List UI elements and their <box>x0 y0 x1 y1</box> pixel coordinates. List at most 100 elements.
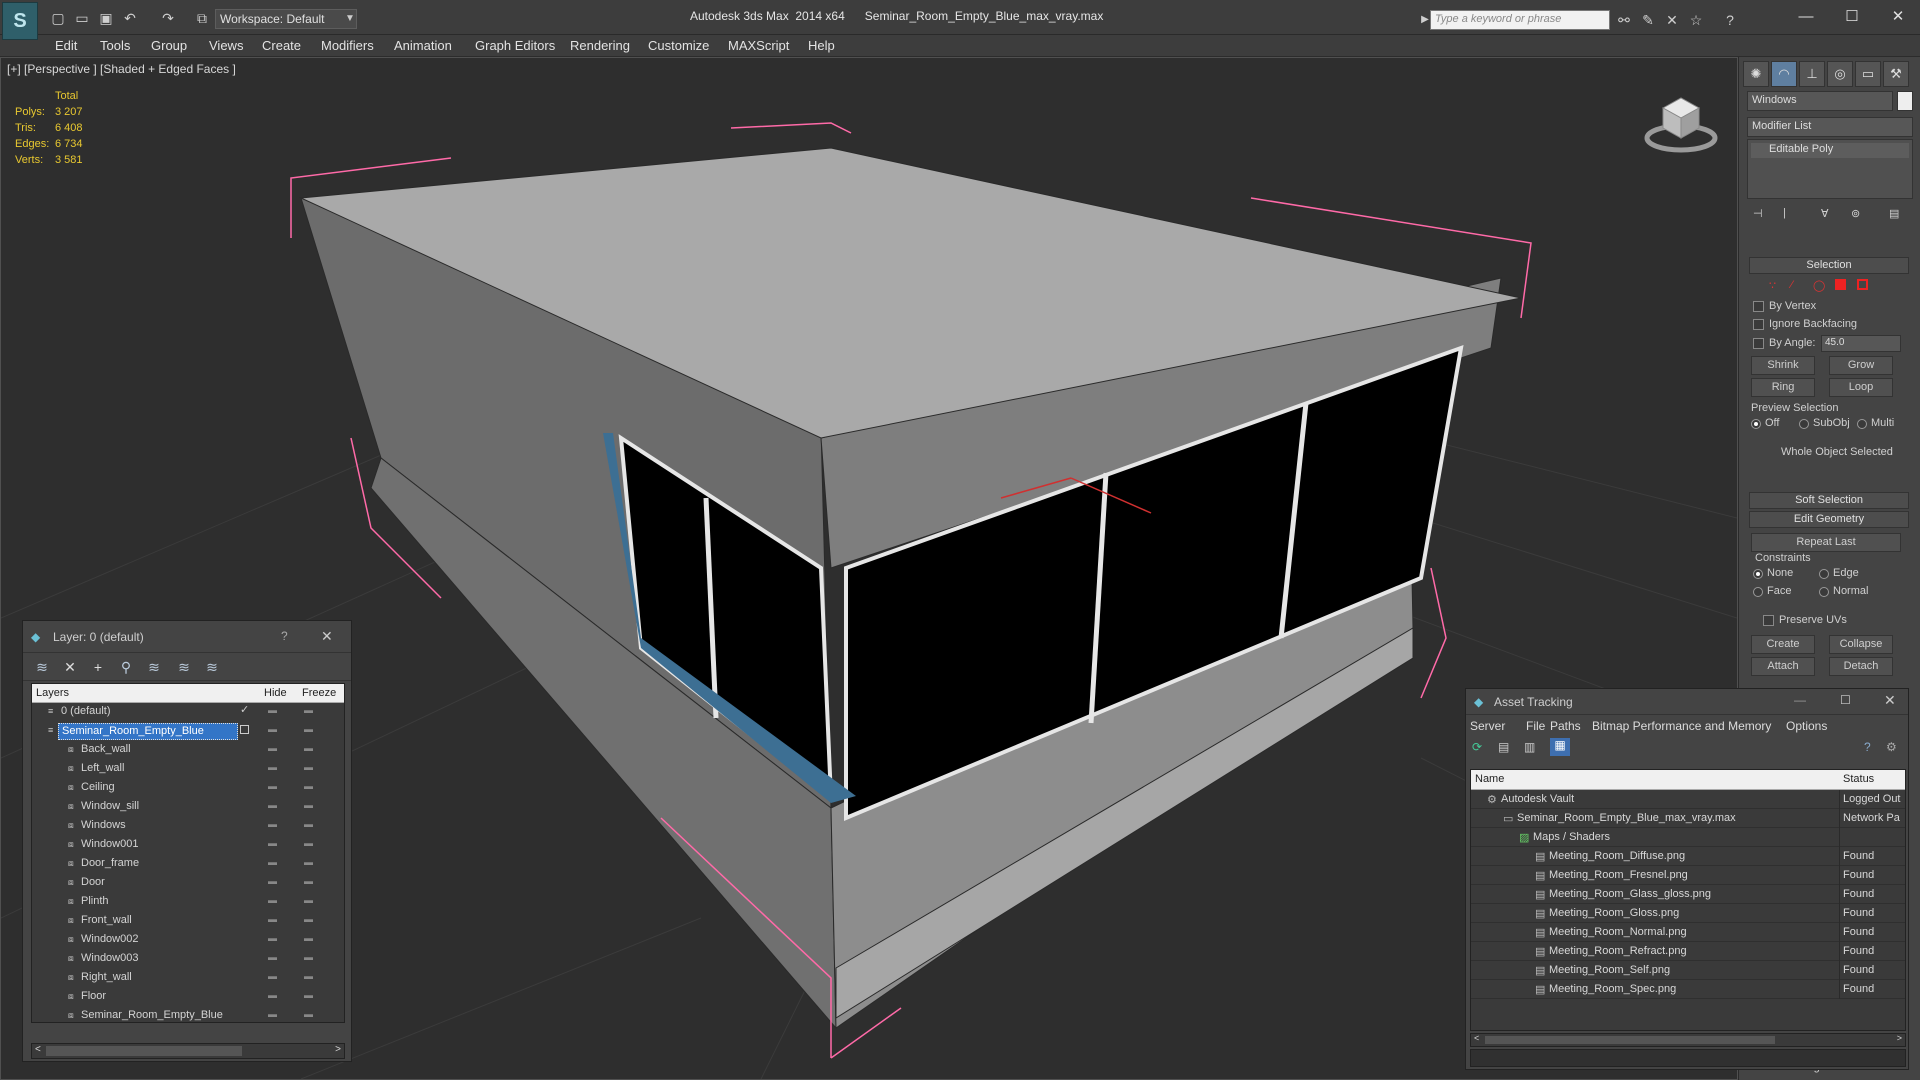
help-icon[interactable]: ? <box>1720 10 1740 30</box>
table-view-icon[interactable]: ▦ <box>1550 738 1570 756</box>
scroll-thumb[interactable] <box>1485 1036 1775 1044</box>
hide-toggle[interactable]: ▬ <box>268 953 282 962</box>
layer-row[interactable]: ⧈ Window002 ▬ ▬ <box>32 931 344 950</box>
menu-edit[interactable]: Edit <box>55 38 77 53</box>
create-tab-icon[interactable]: ✺ <box>1743 61 1769 87</box>
hide-toggle[interactable]: ▬ <box>268 706 282 715</box>
asset-row[interactable]: ▤ Meeting_Room_Spec.png Found <box>1471 980 1905 999</box>
project-folder-icon[interactable]: ⧉ <box>192 8 212 28</box>
scroll-right-icon[interactable]: > <box>1897 1033 1902 1043</box>
highlight-layer-icon[interactable]: ≋ <box>143 658 165 676</box>
layer-row-name[interactable]: Window002 <box>78 932 141 949</box>
stack-item-editable-poly[interactable]: Editable Poly <box>1751 143 1909 158</box>
modifier-list-dropdown[interactable]: Modifier List <box>1747 117 1913 137</box>
hide-toggle[interactable]: ▬ <box>268 991 282 1000</box>
save-file-icon[interactable]: ▣ <box>96 8 116 28</box>
polygon-mode-icon[interactable] <box>1835 279 1846 290</box>
menu-views[interactable]: Views <box>209 38 243 53</box>
hide-toggle[interactable]: ▬ <box>268 763 282 772</box>
binoculars-icon[interactable]: ⚯ <box>1614 10 1634 30</box>
asset-row[interactable]: ⚙ Autodesk Vault Logged Out <box>1471 790 1905 809</box>
shrink-button[interactable]: Shrink <box>1751 356 1815 375</box>
layer-row[interactable]: ⧈ Window001 ▬ ▬ <box>32 836 344 855</box>
modifier-stack[interactable]: Editable Poly <box>1747 139 1913 199</box>
app-logo-icon[interactable]: S <box>2 2 38 40</box>
edit-geometry-rollout[interactable]: Edit Geometry <box>1749 511 1909 528</box>
asset-name[interactable]: Meeting_Room_Glass_gloss.png <box>1549 888 1711 900</box>
configure-sets-icon[interactable]: ▤ <box>1889 207 1899 220</box>
hide-column-header[interactable]: Hide <box>264 687 287 699</box>
asset-row[interactable]: ▤ Meeting_Room_Gloss.png Found <box>1471 904 1905 923</box>
freeze-toggle[interactable]: ▬ <box>304 782 318 791</box>
layer-row-name[interactable]: Ceiling <box>78 780 118 797</box>
hide-toggle[interactable]: ▬ <box>268 839 282 848</box>
freeze-column-header[interactable]: Freeze <box>302 687 336 699</box>
layer-row[interactable]: ⧈ Window003 ▬ ▬ <box>32 950 344 969</box>
current-layer-check-icon[interactable]: ✓ <box>240 705 250 716</box>
thumbnail-view-icon[interactable]: ▥ <box>1524 740 1535 754</box>
asset-row[interactable]: ▤ Meeting_Room_Fresnel.png Found <box>1471 866 1905 885</box>
ignore-backfacing-checkbox[interactable] <box>1753 319 1764 330</box>
asset-row[interactable]: ▤ Meeting_Room_Self.png Found <box>1471 961 1905 980</box>
undo-icon[interactable]: ↶ <box>120 8 140 28</box>
asset-name[interactable]: Meeting_Room_Spec.png <box>1549 983 1676 995</box>
layer-row-name[interactable]: Door_frame <box>78 856 142 873</box>
border-mode-icon[interactable]: ◯ <box>1813 279 1825 292</box>
maximize-button[interactable]: ☐ <box>1829 4 1875 30</box>
layer-row[interactable]: ≡ 0 (default) ✓ ▬ ▬ <box>32 703 344 722</box>
collapse-button[interactable]: Collapse <box>1829 635 1893 654</box>
freeze-toggle[interactable]: ▬ <box>304 877 318 886</box>
freeze-toggle[interactable]: ▬ <box>304 991 318 1000</box>
freeze-all-layers-icon[interactable]: ≋ <box>201 658 223 676</box>
layer-row-name[interactable]: Seminar_Room_Empty_Blue <box>78 1008 226 1022</box>
menu-tools[interactable]: Tools <box>100 38 130 53</box>
preview-multi-radio[interactable] <box>1857 419 1867 429</box>
layer-help-button[interactable]: ? <box>281 629 288 643</box>
list-view-icon[interactable]: ▤ <box>1498 740 1509 754</box>
redo-icon[interactable]: ↷ <box>158 8 178 28</box>
hide-all-layers-icon[interactable]: ≋ <box>173 658 195 676</box>
element-mode-icon[interactable] <box>1857 279 1868 290</box>
asset-menu-bitmap-performance[interactable]: Bitmap Performance and Memory <box>1592 719 1771 733</box>
freeze-toggle[interactable]: ▬ <box>304 934 318 943</box>
asset-row[interactable]: ▤ Meeting_Room_Normal.png Found <box>1471 923 1905 942</box>
layer-row-name[interactable]: Right_wall <box>78 970 135 987</box>
layer-row-name[interactable]: Back_wall <box>78 742 134 759</box>
asset-close-button[interactable]: ✕ <box>1884 692 1896 709</box>
object-name-field[interactable]: Windows <box>1747 91 1893 111</box>
remove-modifier-icon[interactable]: ⊚ <box>1851 207 1860 220</box>
asset-row[interactable]: ▤ Meeting_Room_Refract.png Found <box>1471 942 1905 961</box>
constraint-normal-radio[interactable] <box>1819 587 1829 597</box>
hide-toggle[interactable]: ▬ <box>268 801 282 810</box>
name-column-header[interactable]: Name <box>1475 773 1504 785</box>
hide-toggle[interactable]: ▬ <box>268 725 282 734</box>
show-end-result-icon[interactable]: | <box>1783 207 1786 219</box>
asset-name[interactable]: Meeting_Room_Gloss.png <box>1549 907 1679 919</box>
layers-column-header[interactable]: Layers <box>36 687 69 699</box>
layer-window-titlebar[interactable]: ◆ Layer: 0 (default) ? ✕ <box>23 621 351 653</box>
asset-help-icon[interactable]: ? <box>1864 740 1871 754</box>
refresh-icon[interactable]: ⟳ <box>1472 740 1482 754</box>
layer-close-button[interactable]: ✕ <box>321 628 333 645</box>
layer-row[interactable]: ⧈ Seminar_Room_Empty_Blue ▬ ▬ <box>32 1007 344 1022</box>
by-angle-input[interactable]: 45.0 <box>1821 335 1901 352</box>
by-vertex-checkbox[interactable] <box>1753 301 1764 312</box>
asset-menu-paths[interactable]: Paths <box>1550 719 1581 733</box>
layer-row-name[interactable]: Seminar_Room_Empty_Blue <box>58 723 238 740</box>
asset-name[interactable]: Maps / Shaders <box>1533 831 1610 843</box>
communication-icon[interactable]: ✎ <box>1638 10 1658 30</box>
layer-row-name[interactable]: Plinth <box>78 894 112 911</box>
scroll-thumb[interactable] <box>46 1046 242 1056</box>
freeze-toggle[interactable]: ▬ <box>304 858 318 867</box>
make-unique-icon[interactable]: ∀ <box>1821 207 1829 220</box>
asset-options-icon[interactable]: ⚙ <box>1886 740 1897 754</box>
layer-row-name[interactable]: Windows <box>78 818 129 835</box>
grow-button[interactable]: Grow <box>1829 356 1893 375</box>
menu-create[interactable]: Create <box>262 38 301 53</box>
object-color-swatch[interactable] <box>1897 91 1913 111</box>
viewcube-icon[interactable] <box>1641 86 1721 156</box>
layer-row-name[interactable]: Window003 <box>78 951 141 968</box>
scroll-right-icon[interactable]: > <box>335 1044 341 1055</box>
hierarchy-tab-icon[interactable]: ⊥ <box>1799 61 1825 87</box>
asset-name[interactable]: Meeting_Room_Normal.png <box>1549 926 1687 938</box>
